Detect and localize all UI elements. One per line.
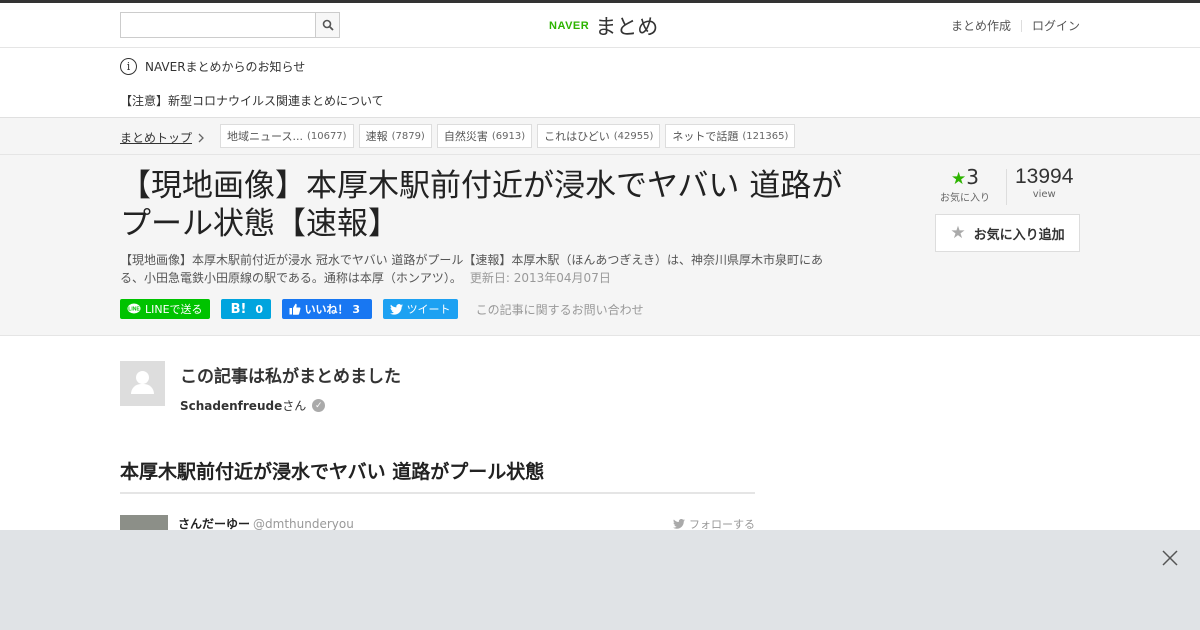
tag-label: 自然災害 (443, 130, 488, 143)
search-box (120, 12, 340, 38)
contact-link[interactable]: この記事に関するお問い合わせ (476, 301, 644, 318)
share-bar: LINE LINEで送る B! 0 いいね！ 3 ツイート この記事に関するお問… (120, 299, 644, 319)
svg-text:LINE: LINE (128, 307, 140, 313)
tweet-label: ツイート (406, 303, 451, 316)
tag-count: (42955) (613, 130, 654, 142)
tag-label: 地域ニュース... (227, 130, 303, 143)
notice-link[interactable]: 【注意】新型コロナウイルス関連まとめについて (120, 92, 384, 109)
tag-count: (10677) (306, 130, 347, 142)
hatena-bookmark-button[interactable]: B! 0 (220, 299, 271, 319)
category-tag[interactable]: ネットで話題 (121365) (665, 124, 796, 148)
site-logo[interactable]: NAVER まとめ (549, 11, 658, 41)
tweet-user-name[interactable]: さんだーゆー (178, 517, 250, 531)
author-block: この記事は私がまとめました Schadenfreudeさん ✓ (120, 361, 401, 414)
article-title: 【現地画像】本厚木駅前付近が浸水でヤバい 道路がプール状態【速報】 (120, 168, 843, 242)
tag-count: (121365) (742, 130, 789, 142)
notice-area: i NAVERまとめからのお知らせ 【注意】新型コロナウイルス関連まとめについて (0, 48, 1200, 118)
section-heading: 本厚木駅前付近が浸水でヤバい 道路がプール状態 (120, 457, 755, 494)
updated-date: 更新日: 2013年04月07日 (469, 271, 611, 285)
twitter-bird-icon (673, 519, 685, 529)
facebook-like-button[interactable]: いいね！ 3 (281, 299, 372, 319)
create-matome-link[interactable]: まとめ作成 (951, 17, 1011, 34)
search-button[interactable] (315, 12, 340, 38)
favorites-stat: ★3 お気に入り (930, 165, 1000, 205)
tag-label: これはひどい (544, 130, 610, 143)
add-favorite-button[interactable]: ★ お気に入り追加 (935, 214, 1080, 252)
tag-count: (6913) (491, 130, 526, 142)
search-input[interactable] (120, 12, 315, 38)
line-icon: LINE (127, 303, 141, 314)
views-stat: 13994 view (1015, 165, 1073, 205)
avatar[interactable] (120, 361, 165, 406)
notice-label: NAVERまとめからのお知らせ (145, 60, 306, 74)
tag-count: (7879) (391, 130, 425, 142)
breadcrumb: まとめトップ 地域ニュース... (10677) 速報 (7879) 自然災害 (69… (0, 118, 1200, 155)
line-share-label: LINEで送る (145, 303, 203, 316)
nav-divider (1020, 19, 1022, 32)
views-count: 13994 (1015, 165, 1074, 188)
favorites-label: お気に入り (940, 193, 990, 204)
category-tags: 地域ニュース... (10677) 速報 (7879) 自然災害 (6913) これは… (220, 124, 796, 148)
author-heading: この記事は私がまとめました (180, 367, 401, 387)
close-icon[interactable] (1160, 548, 1180, 568)
article-header: 【現地画像】本厚木駅前付近が浸水でヤバい 道路がプール状態【速報】 【現地画像】… (0, 155, 1200, 336)
article-stats: ★3 お気に入り 13994 view (930, 165, 1073, 205)
author-suffix: さん (282, 399, 307, 413)
tag-label: 速報 (365, 130, 388, 143)
author-name[interactable]: Schadenfreude (180, 399, 282, 413)
category-tag[interactable]: 速報 (7879) (358, 124, 432, 148)
stats-divider (1006, 169, 1007, 205)
tag-label: ネットで話題 (672, 130, 739, 143)
add-favorite-label: お気に入り追加 (973, 227, 1065, 243)
category-tag[interactable]: これはひどい (42955) (537, 124, 661, 148)
header-nav: まとめ作成 ログイン (951, 17, 1080, 34)
site-header: NAVER まとめ まとめ作成 ログイン (0, 3, 1200, 48)
logo-matome: まとめ (595, 15, 659, 39)
search-icon (322, 19, 334, 31)
star-outline-icon: ★ (950, 223, 966, 243)
chevron-right-icon (198, 133, 204, 142)
article-description: 【現地画像】本厚木駅前付近が浸水 冠水でヤバい 道路がプール【速報】本厚木駅（ほ… (120, 251, 830, 287)
favorites-count: 3 (966, 165, 979, 189)
views-label: view (1032, 189, 1056, 200)
category-tag[interactable]: 地域ニュース... (10677) (220, 124, 354, 148)
breadcrumb-top-label: まとめトップ (120, 131, 193, 145)
twitter-bird-icon (389, 303, 403, 315)
logo-naver: NAVER (549, 20, 590, 32)
info-icon: i (120, 58, 137, 75)
login-link[interactable]: ログイン (1032, 17, 1080, 34)
tweet-button[interactable]: ツイート (382, 299, 458, 319)
tweet-handle[interactable]: @dmthunderyou (253, 517, 354, 531)
verified-check-icon: ✓ (312, 399, 326, 412)
category-tag[interactable]: 自然災害 (6913) (436, 124, 533, 148)
hatena-count: 0 (255, 302, 264, 316)
star-icon: ★ (951, 169, 967, 189)
ad-overlay (0, 530, 1200, 630)
facebook-like-label: いいね！ 3 (304, 303, 361, 316)
breadcrumb-top-link[interactable]: まとめトップ (120, 129, 205, 146)
thumbs-up-icon (289, 303, 301, 315)
hatena-icon: B! (230, 301, 247, 317)
line-share-button[interactable]: LINE LINEで送る (120, 299, 210, 319)
